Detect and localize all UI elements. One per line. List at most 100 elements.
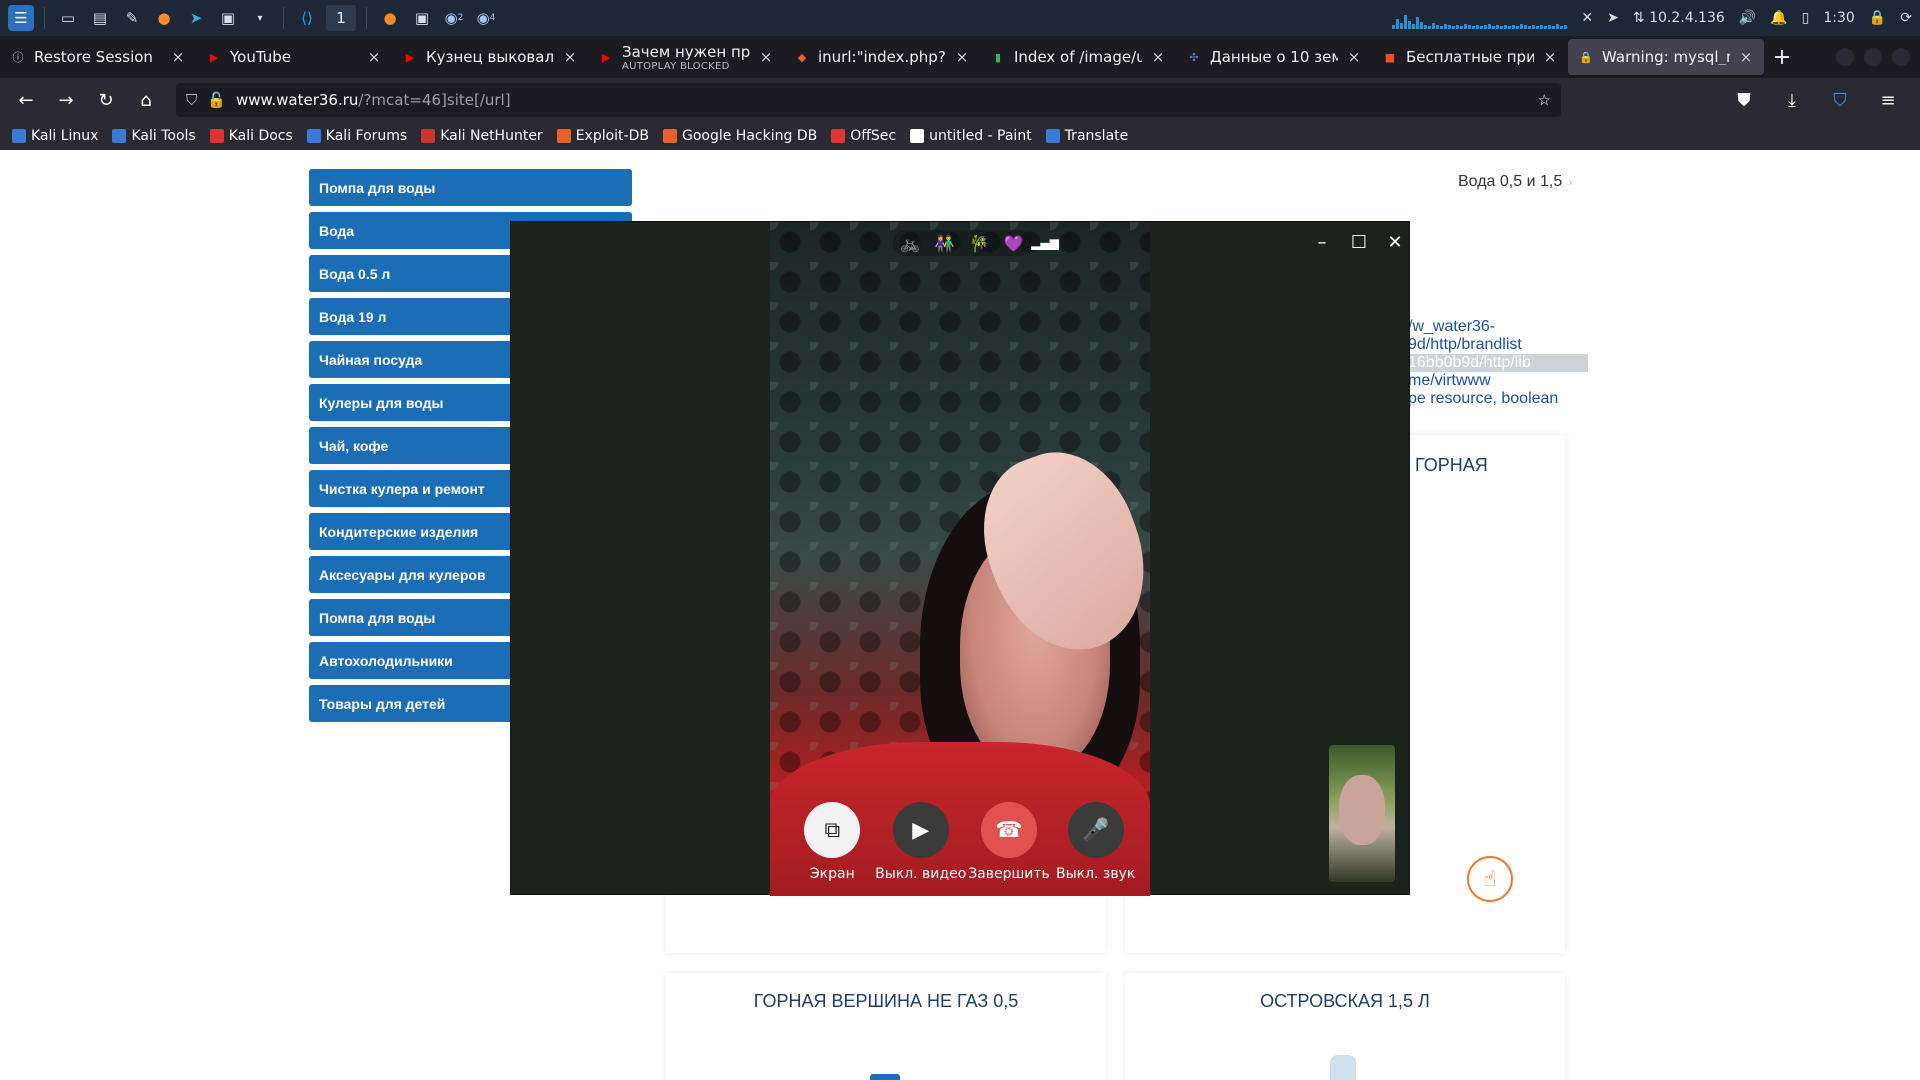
browser-tab[interactable]: ⓘ Restore Session × [0, 36, 196, 78]
back-icon[interactable]: ← [8, 84, 44, 116]
bookmark-item[interactable]: OffSec [831, 128, 896, 144]
window-button-icon[interactable] [1836, 48, 1854, 66]
bookmark-item[interactable]: Google Hacking DB [662, 128, 817, 144]
clock[interactable]: 1:30 [1823, 10, 1854, 26]
breadcrumb[interactable]: Вода 0,5 и 1,5 › [1458, 173, 1572, 191]
chrome-window-icon[interactable]: ◉ 2 [441, 5, 467, 31]
maximize-icon[interactable]: ☐ [1345, 228, 1373, 256]
kali-menu-icon[interactable]: ☰ [8, 5, 34, 31]
bookmark-item[interactable]: Kali Forums [306, 128, 407, 144]
extension-icon[interactable]: ⛉ [1822, 84, 1858, 116]
window-button-icon[interactable] [1864, 48, 1882, 66]
hand-pointer-icon[interactable]: ☝ [1467, 856, 1513, 902]
bookmark-item[interactable]: Kali NetHunter [421, 128, 543, 144]
minimize-icon[interactable]: – [1308, 228, 1336, 256]
network-graph-bar [1476, 25, 1480, 29]
bookmark-star-icon[interactable]: ☆ [1538, 91, 1551, 109]
hamburger-menu-icon[interactable]: ≡ [1870, 84, 1906, 116]
close-tab-icon[interactable]: × [1542, 48, 1558, 66]
network-ip[interactable]: ⇅ 10.2.4.136 [1633, 10, 1725, 26]
url-text[interactable]: www.water36.ru/?mcat=46]site[/url] [236, 91, 1528, 109]
bookmark-item[interactable]: Kali Linux [12, 128, 98, 144]
bookmark-item[interactable]: Translate [1045, 128, 1128, 144]
terminal-icon[interactable]: ▣ [215, 5, 241, 31]
browser-tab[interactable]: ■ Бесплатные прилож × [1372, 36, 1568, 78]
firefox-icon[interactable]: ● [151, 5, 177, 31]
new-tab-icon[interactable]: + [1764, 45, 1800, 70]
browser-tab[interactable]: ▶ YouTube × [196, 36, 392, 78]
youtube-icon: ▶ [209, 50, 219, 64]
desktop-icon[interactable]: ▭ [55, 5, 81, 31]
mic-icon[interactable]: 🎤 [1067, 802, 1124, 858]
close-icon[interactable]: ✕ [1381, 228, 1409, 256]
volume-icon[interactable]: 🔊 [1739, 10, 1756, 26]
emoji-key-bar[interactable]: 🚲 👫 🎋 💜 [893, 230, 1031, 256]
bookmark-favicon-icon [421, 129, 436, 143]
video-call-window[interactable]: 🚲 👫 🎋 💜 ▂▄▆ – ☐ ✕ ⧉ Экран ▶ Выкл. видео ☎ Заверш… [510, 221, 1410, 896]
call-control-button[interactable]: ▶ Выкл. видео [875, 802, 967, 882]
call-control-button[interactable]: 🎤 Выкл. звук [1052, 802, 1139, 882]
shield-icon[interactable]: ⛉ [186, 91, 197, 109]
os-taskbar: ☰ ▭ ▤ ✎ ● ➤ ▣ ▾ ⟨⟩ 1 ● ▣ ◉ 2 ◉ 4 ✕ ➤ ⇅ 10.… [0, 0, 1920, 36]
home-icon[interactable]: ⌂ [128, 84, 164, 116]
browser-tab[interactable]: 🔒 Warning: mysql_num × [1568, 39, 1764, 75]
network-graph-bar [1536, 26, 1540, 29]
pocket-icon[interactable]: ⛊ [1726, 84, 1762, 116]
call-control-label: Выкл. видео [875, 866, 967, 882]
downloads-icon[interactable]: ⤓ [1774, 84, 1810, 116]
power-icon[interactable]: ⟳ [1900, 10, 1912, 26]
chevron-down-icon[interactable]: ▾ [247, 5, 273, 31]
product-card[interactable]: ГОРНАЯ ВЕРШИНА НЕ ГАЗ 0,5 [666, 973, 1106, 1080]
workspace-indicator[interactable]: 1 [326, 5, 356, 31]
app-window-icon[interactable]: ◉ 4 [473, 5, 499, 31]
close-tab-icon[interactable]: × [170, 48, 186, 66]
call-control-button[interactable]: ⧉ Экран [789, 802, 876, 882]
close-tab-icon[interactable]: × [562, 48, 578, 66]
close-tab-icon[interactable]: × [1346, 48, 1362, 66]
camera-icon[interactable]: ▶ [892, 802, 949, 858]
padlock-icon[interactable]: 🔓 [207, 91, 226, 109]
network-graph-bar [1432, 23, 1436, 29]
browser-tab[interactable]: ▶ Кузнец выковал суп × [392, 36, 588, 78]
browser-tab[interactable]: ◆ inurl:"index.php?id=" × [784, 36, 980, 78]
telegram-tray-icon[interactable]: ➤ [1607, 10, 1619, 26]
reload-icon[interactable]: ↻ [88, 84, 124, 116]
url-bar[interactable]: ⛉ 🔓 www.water36.ru/?mcat=46]site[/url] ☆ [176, 83, 1561, 117]
bookmark-item[interactable]: Kali Docs [209, 128, 293, 144]
browser-tab[interactable]: ✣ Данные о 10 землет × [1176, 36, 1372, 78]
self-view-video[interactable] [1329, 745, 1395, 882]
network-graph-bar [1392, 25, 1396, 29]
close-tab-icon[interactable]: × [1738, 48, 1754, 66]
lock-icon[interactable]: 🔒 [1869, 10, 1886, 26]
youtube-icon: ▶ [405, 50, 415, 64]
close-tab-icon[interactable]: × [1150, 48, 1166, 66]
forward-icon[interactable]: → [48, 84, 84, 116]
close-tab-icon[interactable]: × [366, 48, 382, 66]
close-tab-icon[interactable]: × [758, 48, 774, 66]
window-count-badge: 4 [489, 13, 496, 23]
close-tab-icon[interactable]: × [954, 48, 970, 66]
bookmark-item[interactable]: Exploit-DB [556, 128, 649, 144]
firefox-window-icon[interactable]: ● [377, 5, 403, 31]
battery-icon[interactable]: ▯ [1802, 10, 1810, 26]
bookmark-item[interactable]: untitled - Paint [910, 128, 1032, 144]
tab-title-wrap: Зачем нужен протиAUTOPLAY BLOCKED [622, 43, 750, 72]
sidebar-category-item[interactable]: Помпа для воды [309, 169, 632, 206]
telegram-icon[interactable]: ➤ [183, 5, 209, 31]
vscode-icon[interactable]: ⟨⟩ [294, 5, 320, 31]
bookmark-item[interactable]: Kali Tools [112, 128, 196, 144]
file-manager-icon[interactable]: ▤ [87, 5, 113, 31]
text-editor-icon[interactable]: ✎ [119, 5, 145, 31]
network-graph-bar [1424, 25, 1428, 29]
notification-icon[interactable]: 🔔 [1770, 10, 1787, 26]
mute-notify-icon[interactable]: ✕ [1581, 10, 1593, 26]
browser-tab[interactable]: ▶ Зачем нужен протиAUTOPLAY BLOCKED × [588, 36, 784, 78]
terminal-window-icon[interactable]: ▣ [409, 5, 435, 31]
screen-share-icon[interactable]: ⧉ [804, 802, 861, 858]
window-button-icon[interactable] [1892, 48, 1910, 66]
browser-tab[interactable]: ▮ Index of /image/uplo × [980, 36, 1176, 78]
network-graph-bar [1524, 25, 1528, 29]
hangup-icon[interactable]: ☎ [981, 802, 1037, 858]
fire-icon: ◆ [797, 50, 807, 64]
call-control-button[interactable]: ☎ Завершить [966, 802, 1053, 882]
